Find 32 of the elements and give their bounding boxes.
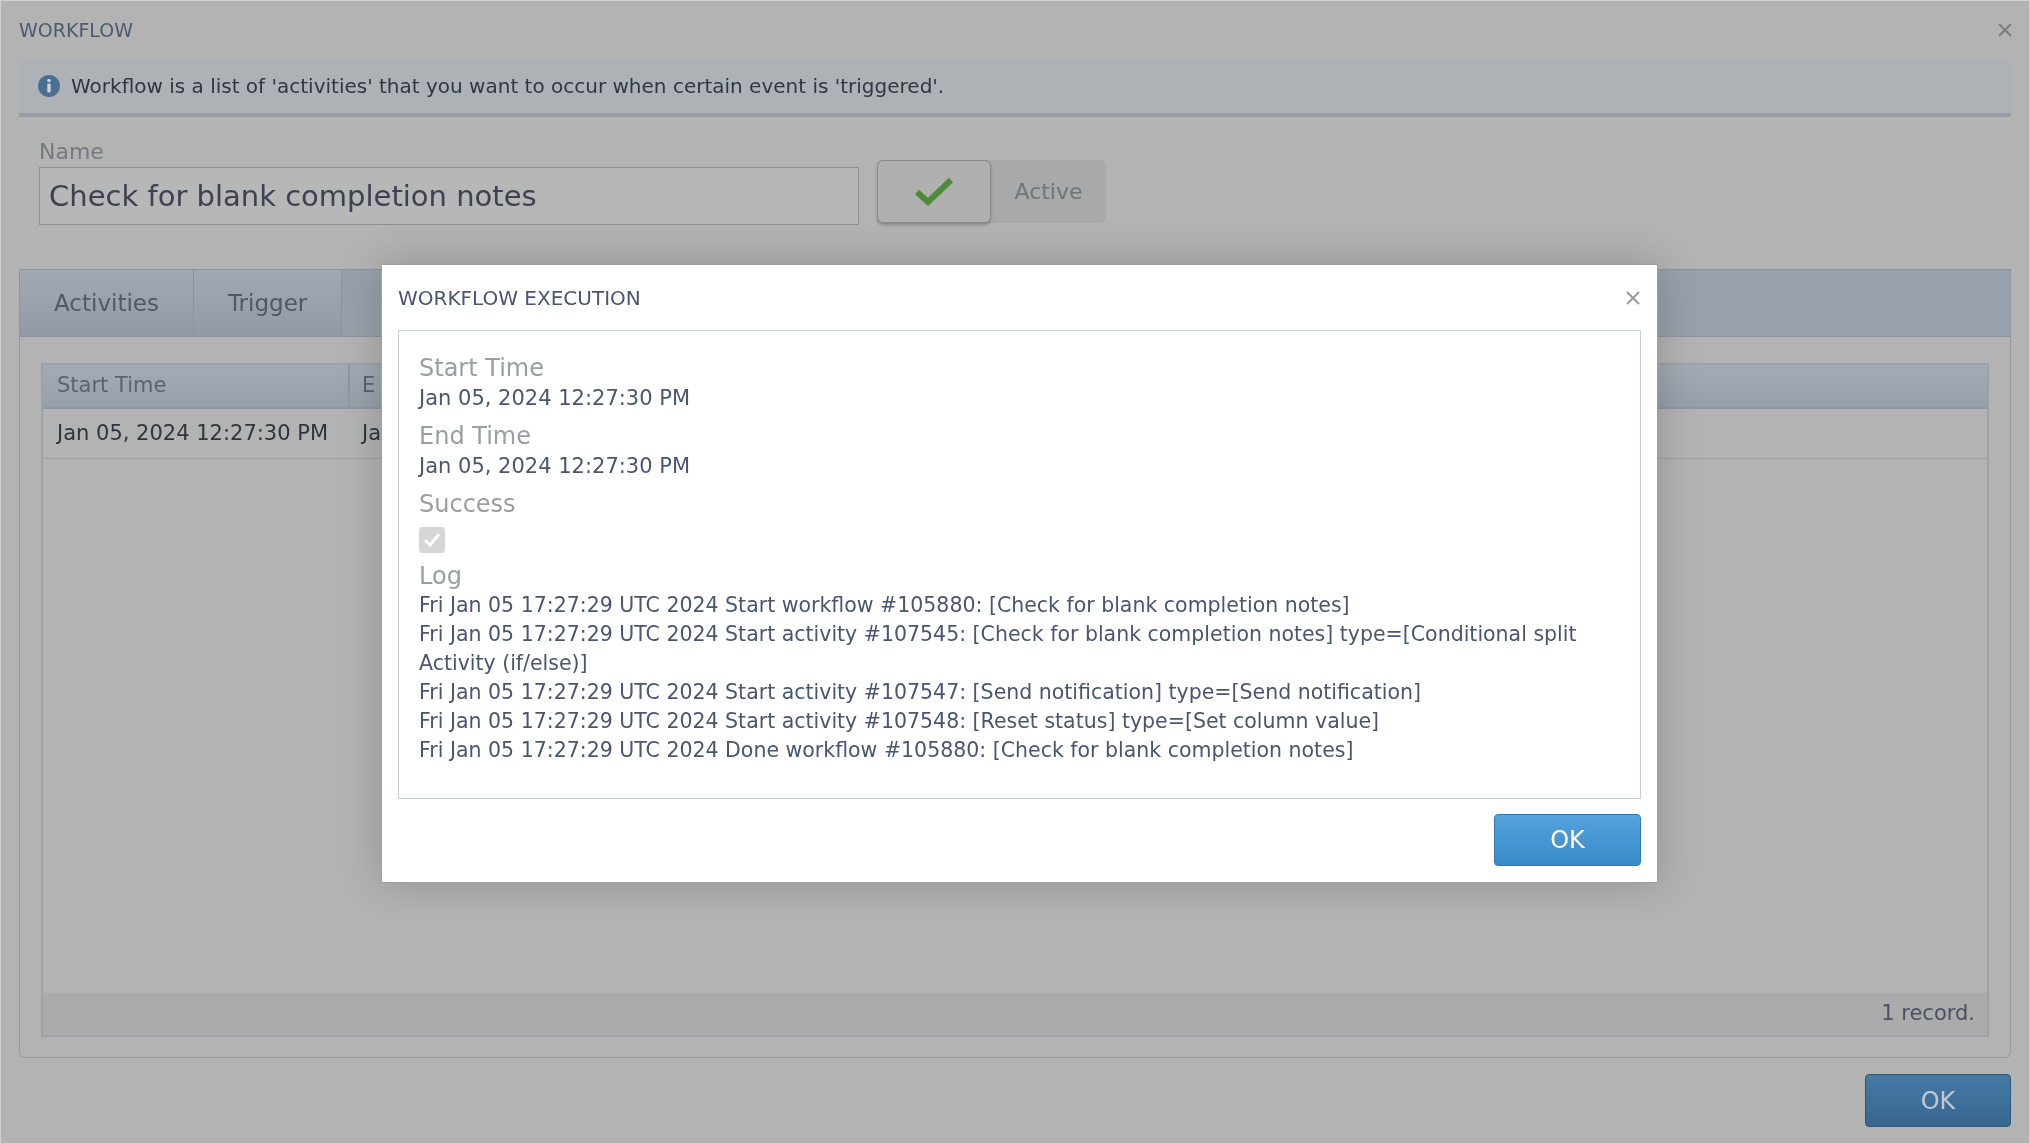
field-label: End Time [419, 421, 532, 451]
log-line: Fri Jan 05 17:27:29 UTC 2024 Start activity #107548: [Reset status] type=[Set column value] [419, 708, 1381, 735]
info-text: Workflow is a list of 'activities' that you want to occur when certain event is 'triggered'. [71, 73, 945, 100]
field-label: Name [39, 139, 105, 165]
table-cell-text: Ja [360, 419, 383, 447]
close-icon[interactable] [1625, 289, 1641, 306]
name-field[interactable]: Check for blank completion notes [39, 167, 859, 225]
check-icon [423, 532, 441, 548]
field-label: Success [419, 489, 517, 519]
close-icon[interactable] [1997, 22, 2013, 38]
field-label: Log [419, 561, 463, 591]
log-line: Fri Jan 05 17:27:29 UTC 2024 Done workflow #105880: [Check for blank completion notes] [419, 737, 1355, 764]
field-label: Start Time [419, 353, 545, 383]
tab[interactable]: Trigger [193, 270, 343, 336]
info-icon [37, 74, 61, 98]
log-line: Fri Jan 05 17:27:29 UTC 2024 Start workflow #105880: [Check for blank completion notes] [419, 592, 1351, 619]
dialog-title: WORKFLOW EXECUTION [398, 284, 641, 312]
active-toggle[interactable]: Active [877, 159, 1106, 223]
ok-button[interactable]: OK [1865, 1074, 2011, 1127]
column-header[interactable]: E [350, 365, 378, 407]
check-icon [913, 175, 955, 207]
record-count: 1 record. [1881, 1000, 1975, 1028]
log-line: Fri Jan 05 17:27:29 UTC 2024 Start activity #107547: [Send notification] type=[Send notification] [419, 679, 1422, 706]
column-header[interactable]: Start Time [43, 365, 350, 407]
log-line: Fri Jan 05 17:27:29 UTC 2024 Start activity #107545: [Check for blank completion notes] type=[Conditional split Activity (if/else)] [419, 621, 1578, 677]
ok-button[interactable]: OK [1494, 814, 1641, 866]
tab[interactable]: Activities [20, 270, 194, 336]
field-value: Jan 05, 2024 12:27:30 PM [419, 385, 691, 412]
field-value: Jan 05, 2024 12:27:30 PM [419, 453, 691, 480]
active-label: Active [1013, 177, 1084, 206]
table-cell-text: Jan 05, 2024 12:27:30 PM [55, 419, 329, 447]
window-title: WORKFLOW [19, 17, 133, 43]
